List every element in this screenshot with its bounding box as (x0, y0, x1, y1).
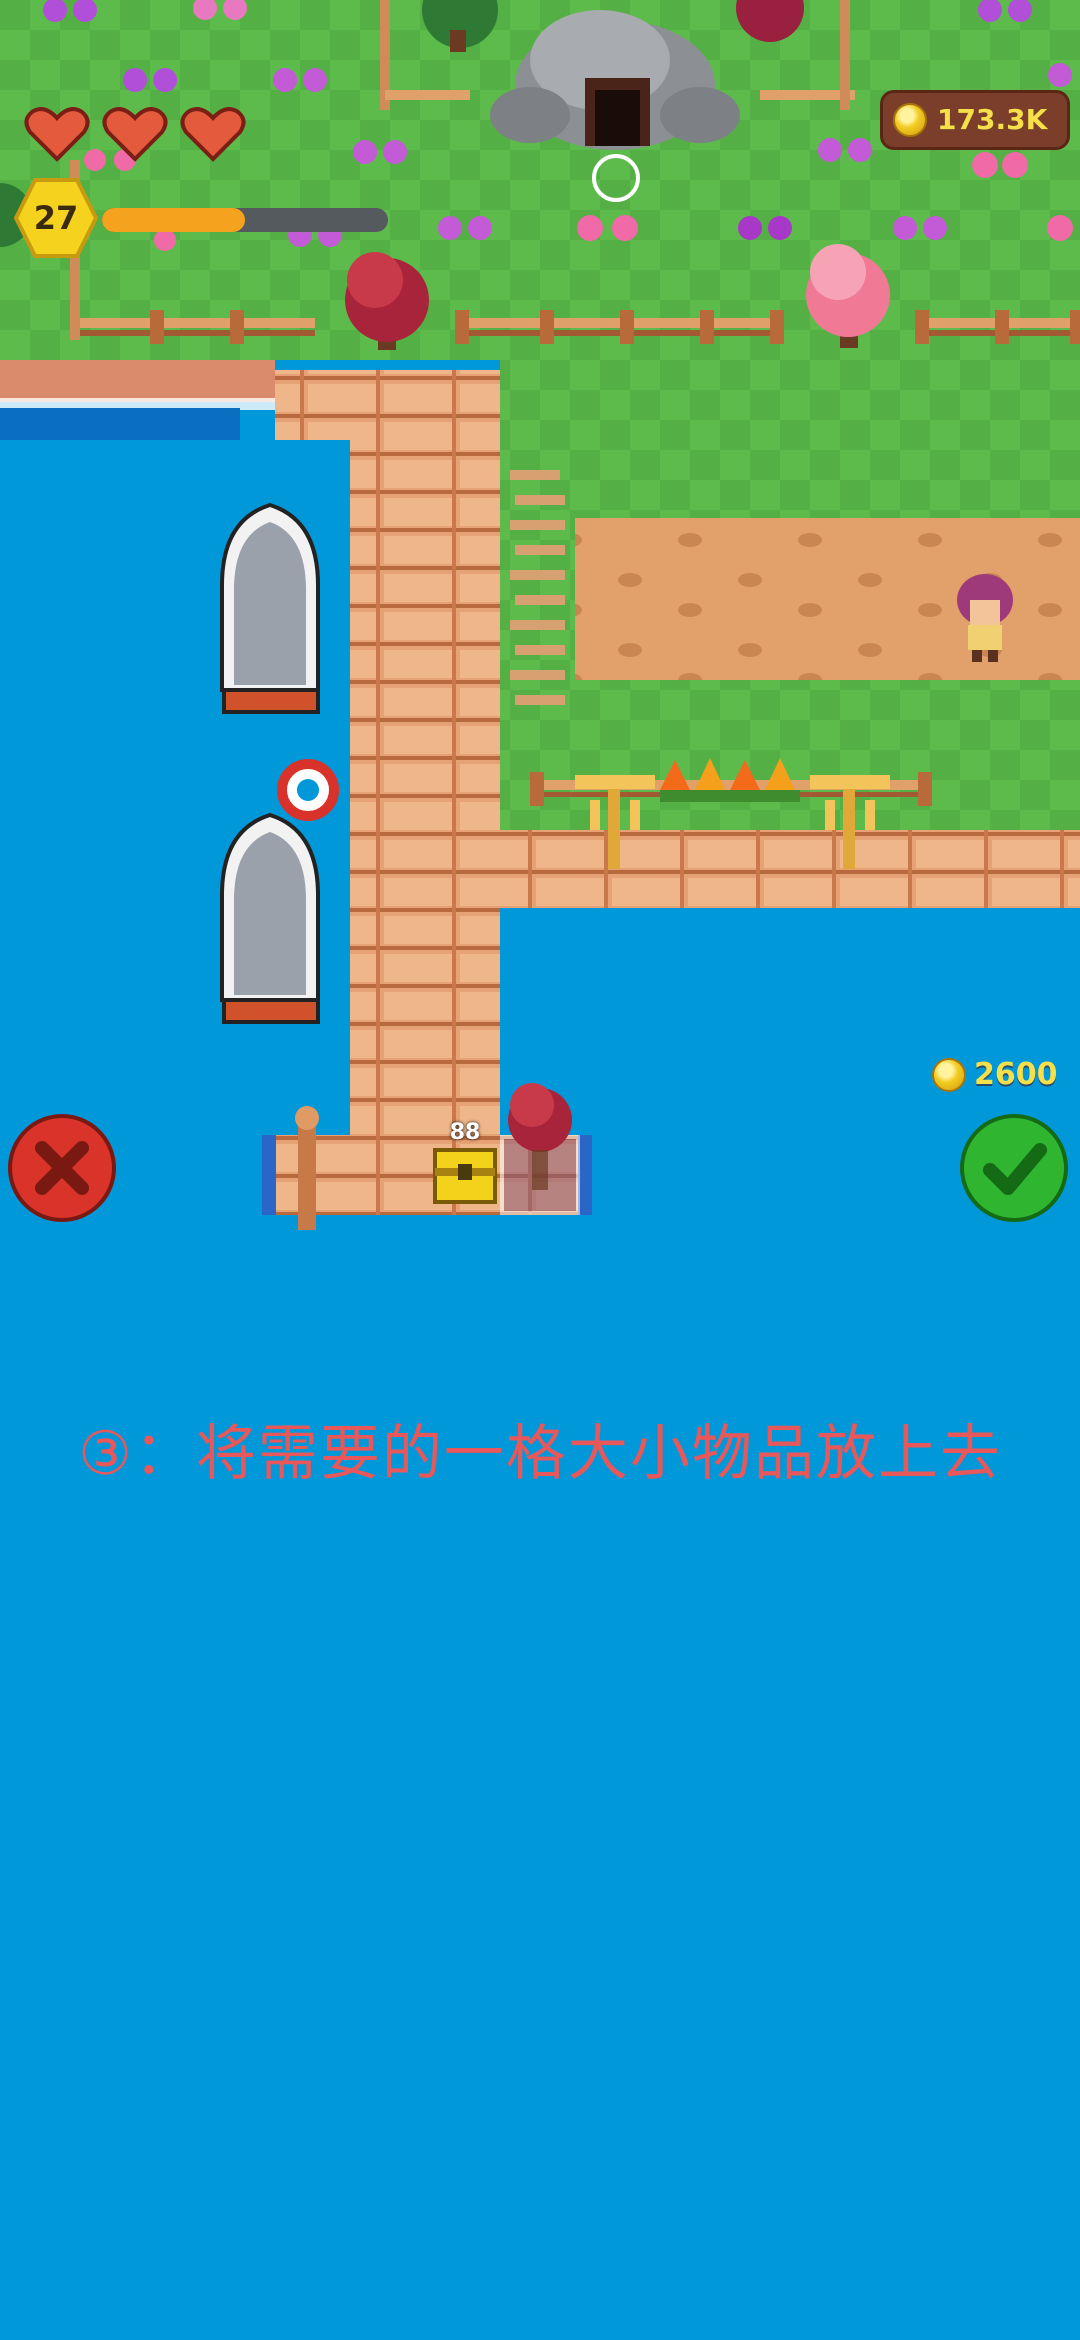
rowboat[interactable] (220, 812, 320, 1024)
coin-icon (893, 103, 927, 137)
coin-amount: 173.3K (937, 103, 1048, 136)
rowboat[interactable] (220, 502, 320, 714)
level-number: 27 (33, 199, 79, 237)
boardwalk[interactable] (500, 830, 1080, 908)
coin-counter[interactable]: 173.3K (880, 90, 1070, 150)
level-badge[interactable]: 27 (14, 178, 98, 258)
placement-cost: 2600 (932, 1055, 1072, 1095)
game-scene[interactable]: 27 173.3K 2600 88 ③：将需要的一格大小物品放上去 (0, 0, 1080, 2340)
bollard (295, 1106, 319, 1230)
confirm-button[interactable] (960, 1114, 1068, 1222)
instruction-text: ③：将需要的一格大小物品放上去 (78, 1419, 1002, 1489)
life-ring (277, 759, 339, 821)
xp-bar-fill (102, 208, 245, 232)
treasure-chest[interactable] (433, 1148, 497, 1204)
coin-icon (932, 1058, 966, 1092)
world-map[interactable] (0, 0, 1080, 1250)
placement-preview[interactable] (500, 1083, 580, 1215)
xp-bar (102, 208, 388, 232)
item-count-label: 88 (449, 1120, 481, 1145)
health-hearts (22, 104, 252, 164)
checkmark-icon (983, 1143, 1047, 1195)
x-icon (35, 1141, 89, 1195)
cost-amount: 2600 (974, 1057, 1058, 1092)
cancel-button[interactable] (8, 1114, 116, 1222)
heart-icon (24, 107, 90, 162)
pier[interactable] (350, 370, 500, 1215)
heart-icon (102, 107, 168, 162)
heart-icon (180, 107, 246, 162)
